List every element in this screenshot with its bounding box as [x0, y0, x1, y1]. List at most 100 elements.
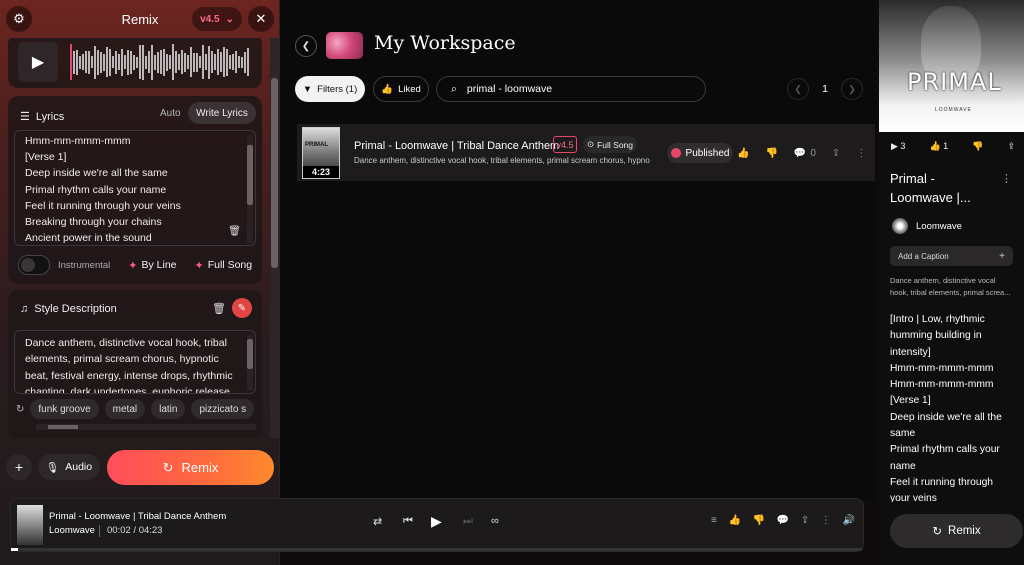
more-icon[interactable]: ⋮ [1001, 172, 1012, 185]
comment-icon[interactable]: 💬 [777, 515, 789, 526]
style-chip[interactable]: metal [104, 399, 146, 419]
style-heading: ♫ Style Description [20, 303, 117, 315]
panel-scrollbar[interactable] [270, 38, 279, 438]
style-chip[interactable]: latin [151, 399, 186, 419]
waveform-bar [223, 47, 225, 77]
detail-remix-button[interactable]: ↻ Remix [890, 514, 1023, 548]
waveform-bar [136, 56, 138, 68]
refresh-icon[interactable]: ↻ [16, 404, 24, 415]
lyrics-line: Hmm-mm-mmm-mmm [25, 135, 131, 147]
full-song-icon: ⊙ [586, 139, 595, 149]
liked-button[interactable]: 👍 Liked [373, 76, 429, 102]
waveform-bar [112, 56, 114, 68]
lyrics-scrollbar[interactable] [247, 135, 253, 243]
search-field[interactable]: ⌕ [436, 76, 706, 102]
plays-stat[interactable]: ▶ 3 [891, 141, 905, 152]
chevron-left-icon: ❮ [794, 83, 802, 94]
share-icon[interactable]: ⇪ [801, 515, 809, 526]
chips-scrollbar[interactable] [36, 424, 256, 430]
style-chip[interactable]: funk groove [30, 399, 99, 419]
waveform-bar [241, 56, 243, 68]
lyrics-line: Deep inside we're all the same [25, 167, 168, 180]
likes-stat[interactable]: 👍 1 [929, 141, 948, 152]
waveform-bar [226, 48, 228, 76]
waveform-bar [127, 49, 129, 75]
tab-auto[interactable]: Auto [160, 108, 181, 119]
thumbs-down-icon[interactable]: 👎 [753, 515, 765, 526]
comment-count: 0 [810, 147, 816, 159]
waveform-bar [205, 54, 207, 70]
audio-label: Audio [65, 461, 93, 473]
player-title[interactable]: Primal - Loomwave | Tribal Dance Anthem [49, 511, 226, 522]
waveform-bar [139, 45, 141, 79]
add-button[interactable]: + [6, 454, 32, 480]
full-song-button[interactable]: ✦ Full Song [195, 259, 253, 272]
playhead [70, 44, 72, 80]
lyrics-line: Breaking through your chains [25, 216, 162, 229]
song-cover[interactable]: PRIMAL 4:23 [302, 127, 340, 179]
more-icon[interactable]: ⋮ [821, 515, 831, 526]
add-caption-field[interactable]: Add a Caption + [890, 246, 1013, 266]
lyrics-textarea[interactable]: Hmm-mm-mmm-mmm [Verse 1] Deep inside we'… [14, 130, 256, 246]
thumbs-down-icon[interactable]: 👎 [972, 141, 983, 152]
player-bar: Primal - Loomwave | Tribal Dance Anthem … [10, 498, 864, 552]
song-title[interactable]: Primal - Loomwave | Tribal Dance Anthem [354, 140, 559, 152]
globe-icon [670, 148, 681, 158]
style-textarea[interactable]: Dance anthem, distinctive vocal hook, tr… [14, 330, 256, 394]
next-page-button[interactable]: ❯ [841, 78, 863, 100]
waveform-bar [235, 51, 237, 73]
detail-lyrics[interactable]: [Intro | Low, rhythmic humming building … [890, 312, 1014, 502]
waveform-bar [94, 45, 96, 79]
volume-icon[interactable]: 🔊 [843, 515, 855, 526]
close-button[interactable]: ✕ [248, 6, 274, 32]
remix-scroll-area[interactable]: ▶ ☰ Lyrics Auto Write Lyrics Hmm-mm-mmm-… [0, 38, 270, 438]
waveform-bar [88, 50, 90, 74]
by-line-button[interactable]: ✦ By Line [128, 259, 176, 272]
caption-placeholder: Add a Caption [898, 251, 949, 261]
waveform-bar [106, 47, 108, 77]
detail-artist[interactable]: Loomwave [892, 218, 962, 234]
remix-header: ⚙ Remix v4.5 ⌄ ✕ [0, 0, 280, 38]
settings-button[interactable]: ⚙ [6, 6, 32, 32]
remix-button[interactable]: ↻ Remix [107, 450, 274, 485]
version-select[interactable]: v4.5 ⌄ [192, 7, 242, 31]
thumbs-up-icon[interactable]: 👍 [737, 148, 749, 159]
player-cover[interactable] [17, 505, 43, 545]
waveform[interactable] [70, 42, 252, 82]
next-icon[interactable]: ⏭ [463, 515, 473, 528]
back-button[interactable]: ❮ [295, 35, 317, 57]
queue-icon[interactable]: ≡ [711, 515, 717, 526]
instrumental-toggle[interactable] [18, 255, 50, 275]
repeat-icon[interactable]: ⇄ [373, 515, 382, 528]
page-number: 1 [822, 83, 828, 95]
song-row[interactable]: PRIMAL 4:23 Primal - Loomwave | Tribal D… [297, 124, 875, 181]
style-chip[interactable]: pizzicato s [191, 399, 255, 419]
previous-icon[interactable]: ⏮ [403, 515, 413, 528]
prev-page-button[interactable]: ❮ [787, 78, 809, 100]
share-icon[interactable]: ⇪ [1007, 141, 1015, 152]
tab-write-lyrics[interactable]: Write Lyrics [188, 102, 256, 124]
player-artist[interactable]: Loomwave [49, 525, 95, 536]
published-badge[interactable]: Published [667, 143, 733, 163]
lyrics-line: [Verse 1] [890, 395, 931, 407]
play-button[interactable]: ▶ [431, 513, 442, 530]
magic-style-button[interactable]: ✎ [232, 298, 252, 318]
style-scrollbar[interactable] [247, 335, 253, 391]
more-icon[interactable]: ⋮ [856, 148, 866, 159]
thumbs-down-icon[interactable]: 👎 [765, 148, 777, 159]
detail-stats: ▶ 3 👍 1 👎 ⇪ [891, 141, 1015, 152]
clear-lyrics-trash-icon[interactable]: 🗑 [228, 226, 241, 237]
link-icon[interactable]: ∞ [491, 515, 499, 527]
progress-bar[interactable] [11, 548, 863, 551]
detail-title[interactable]: Primal - Loomwave |... [890, 169, 1000, 207]
sparkle-icon: ✦ [128, 259, 138, 272]
thumbs-up-icon[interactable]: 👍 [729, 515, 741, 526]
preview-play-button[interactable]: ▶ [18, 42, 58, 82]
clear-style-trash-icon[interactable]: 🗑 [212, 302, 226, 315]
share-icon[interactable]: ⇪ [832, 148, 840, 159]
filters-button[interactable]: ▼ Filters (1) [295, 76, 365, 102]
comment-icon[interactable]: 💬 [794, 148, 806, 159]
audio-button[interactable]: 🎙 Audio [38, 454, 100, 480]
detail-cover[interactable]: PRIMAL LOOMWAVE [879, 0, 1024, 132]
search-input[interactable] [466, 83, 667, 95]
